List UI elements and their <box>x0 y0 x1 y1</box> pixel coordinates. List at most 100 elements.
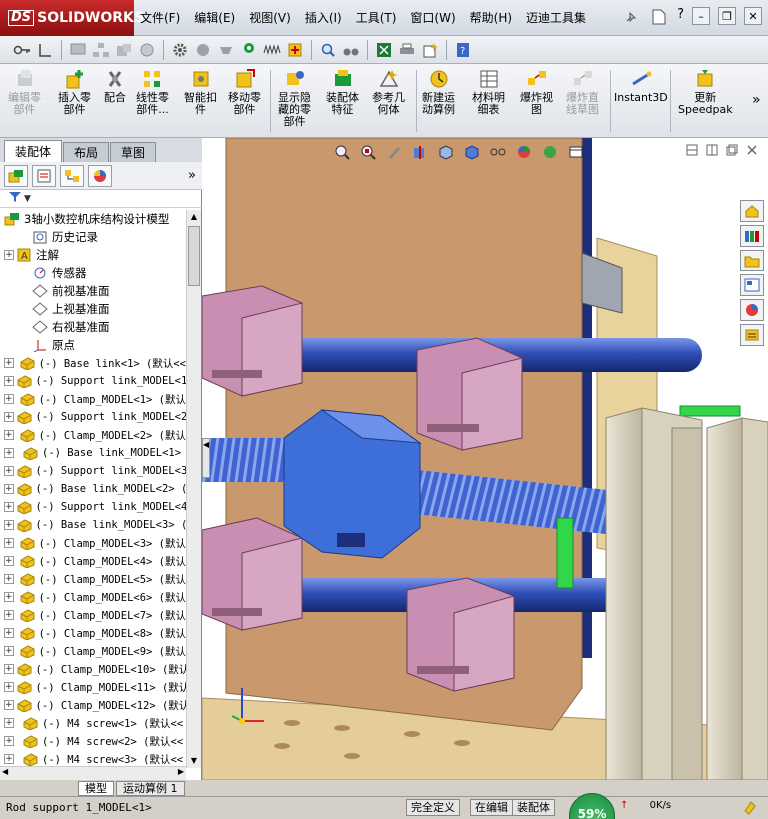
tree-item-component[interactable]: + (-) Support link_MODEL<4 <box>0 498 186 516</box>
expand-toggle[interactable]: + <box>4 646 14 656</box>
component-gear-icon[interactable] <box>193 40 213 60</box>
viewport-close-icon[interactable] <box>746 144 758 159</box>
menu-window[interactable]: 窗口(W) <box>410 9 455 26</box>
tree-item-component[interactable]: + (-) Clamp_MODEL<3> (默认 <box>0 534 186 552</box>
tree-item-component[interactable]: + (-) Base link_MODEL<1> <box>0 444 186 462</box>
previous-view-icon[interactable] <box>384 142 404 162</box>
expand-toggle[interactable]: + <box>4 394 14 404</box>
section-view-icon[interactable] <box>410 142 430 162</box>
scroll-left-arrow[interactable]: ◀ <box>2 767 8 776</box>
expand-toggle[interactable]: + <box>4 592 14 602</box>
expand-toggle[interactable]: + <box>4 556 14 566</box>
hide-show-items-icon[interactable] <box>488 142 508 162</box>
expand-toggle[interactable]: + <box>4 628 14 638</box>
tree-item-history[interactable]: 历史记录 <box>0 228 186 246</box>
tree-item-component[interactable]: + (-) Clamp_MODEL<1> (默认 <box>0 390 186 408</box>
tab-layout[interactable]: 布局 <box>63 142 110 162</box>
exploded-view-button[interactable]: 爆炸视 图 <box>520 68 553 116</box>
menu-edit[interactable]: 编辑(E) <box>194 9 235 26</box>
tile-horizontal-icon[interactable] <box>686 144 698 159</box>
options-gear-icon[interactable] <box>170 40 190 60</box>
display-manager-icon[interactable] <box>88 164 112 187</box>
assembly-tree-icon[interactable] <box>91 40 111 60</box>
tree-item-origin[interactable]: 原点 <box>0 336 186 354</box>
menu-help[interactable]: 帮助(H) <box>470 9 512 26</box>
solidworks-logo[interactable]: DS SOLIDWORKS <box>0 0 144 36</box>
edit-component-button[interactable]: 编辑零 部件 <box>8 68 41 116</box>
tile-vertical-icon[interactable] <box>706 144 718 159</box>
location-pin-icon[interactable] <box>239 40 259 60</box>
tree-item-component[interactable]: + (-) M4 screw<1> (默认<< <box>0 714 186 732</box>
expand-toggle[interactable]: + <box>4 376 14 386</box>
help-book-icon[interactable]: ? <box>453 40 473 60</box>
tree-item-component[interactable]: + (-) Clamp_MODEL<9> (默认 <box>0 642 186 660</box>
display-style-icon[interactable] <box>462 142 482 162</box>
update-speedpak-button[interactable]: 更新 Speedpak <box>678 68 733 116</box>
scroll-up-arrow[interactable]: ▲ <box>187 210 201 224</box>
expand-toggle[interactable]: + <box>4 484 14 494</box>
menu-insert[interactable]: 插入(I) <box>305 9 342 26</box>
tree-item-component[interactable]: + (-) Clamp_MODEL<8> (默认 <box>0 624 186 642</box>
scene-icon[interactable] <box>540 142 560 162</box>
tree-vertical-scrollbar[interactable]: ▲ ▼ <box>186 210 201 768</box>
new-motion-study-button[interactable]: 新建运 动算例 <box>422 68 455 116</box>
expand-toggle[interactable]: + <box>4 502 14 512</box>
tree-item-component[interactable]: + (-) Clamp_MODEL<7> (默认 <box>0 606 186 624</box>
expand-toggle[interactable]: + <box>4 700 14 710</box>
binoculars-icon[interactable] <box>341 40 361 60</box>
panel-collapse-handle[interactable]: ◀ <box>202 438 210 478</box>
linear-pattern-button[interactable]: 线性零 部件... <box>136 68 169 116</box>
angle-icon[interactable] <box>35 40 55 60</box>
filter-icon[interactable] <box>8 191 22 206</box>
expand-toggle[interactable]: + <box>4 736 14 746</box>
menu-maidi-tools[interactable]: 迈迪工具集 <box>526 9 586 26</box>
view-palette-icon[interactable] <box>740 274 764 297</box>
feature-manager-icon[interactable] <box>4 164 28 187</box>
expand-toggle[interactable]: + <box>4 610 14 620</box>
viewport-restore-icon[interactable] <box>726 144 738 159</box>
tree-item-component[interactable]: + (-) Support link_MODEL<2 <box>0 408 186 426</box>
tree-item-right-plane[interactable]: 右视基准面 <box>0 318 186 336</box>
menu-tools[interactable]: 工具(T) <box>356 9 397 26</box>
new-document-icon[interactable] <box>649 7 669 27</box>
restore-button[interactable]: ❐ <box>718 7 736 25</box>
expand-toggle[interactable]: + <box>4 754 14 764</box>
graphics-area[interactable]: ◀ <box>202 138 768 780</box>
search-icon[interactable] <box>318 40 338 60</box>
expand-toggle[interactable]: + <box>4 682 14 692</box>
tree-item-component[interactable]: + (-) Clamp_MODEL<2> (默认 <box>0 426 186 444</box>
property-manager-icon[interactable] <box>32 164 56 187</box>
block-icon[interactable] <box>114 40 134 60</box>
expand-toggle[interactable]: + <box>4 250 14 260</box>
tree-root[interactable]: 3轴小数控机床结构设计模型 <box>0 210 186 228</box>
smart-fasteners-button[interactable]: 智能扣 件 <box>184 68 217 116</box>
expand-panel-button[interactable]: » <box>188 168 196 183</box>
custom-properties-icon[interactable] <box>740 324 764 346</box>
more-commands-button[interactable]: » <box>752 92 761 108</box>
scroll-right-arrow[interactable]: ▶ <box>178 767 184 776</box>
tab-model[interactable]: 模型 <box>78 780 114 796</box>
tree-item-component[interactable]: + (-) Support link_MODEL<3 <box>0 462 186 480</box>
tab-assembly[interactable]: 装配体 <box>4 140 63 162</box>
tree-item-component[interactable]: + (-) Base link_MODEL<2> ( <box>0 480 186 498</box>
expand-toggle[interactable]: + <box>4 520 14 530</box>
expand-toggle[interactable]: + <box>4 466 14 476</box>
expand-toggle[interactable]: + <box>4 574 14 584</box>
tree-item-component[interactable]: + (-) M4 screw<2> (默认<< <box>0 732 186 750</box>
chevron-down-icon[interactable]: ▼ <box>24 194 31 204</box>
excel-icon[interactable] <box>374 40 394 60</box>
zoom-to-area-icon[interactable] <box>358 142 378 162</box>
tree-item-component[interactable]: + (-) Clamp_MODEL<12> (默认 <box>0 696 186 714</box>
zoom-to-fit-icon[interactable] <box>332 142 352 162</box>
move-component-icon[interactable] <box>285 40 305 60</box>
menu-view[interactable]: 视图(V) <box>249 9 291 26</box>
solidworks-resources-icon[interactable] <box>740 200 764 222</box>
tree-item-front-plane[interactable]: 前视基准面 <box>0 282 186 300</box>
tree-item-component[interactable]: + (-) Clamp_MODEL<6> (默认 <box>0 588 186 606</box>
tree-item-component[interactable]: + (-) Base link_MODEL<3> ( <box>0 516 186 534</box>
minimize-button[interactable]: – <box>692 7 710 25</box>
clock-icon[interactable] <box>137 40 157 60</box>
tree-item-component[interactable]: + (-) Clamp_MODEL<4> (默认 <box>0 552 186 570</box>
bowl-icon[interactable] <box>216 40 236 60</box>
expand-toggle[interactable]: + <box>4 430 14 440</box>
